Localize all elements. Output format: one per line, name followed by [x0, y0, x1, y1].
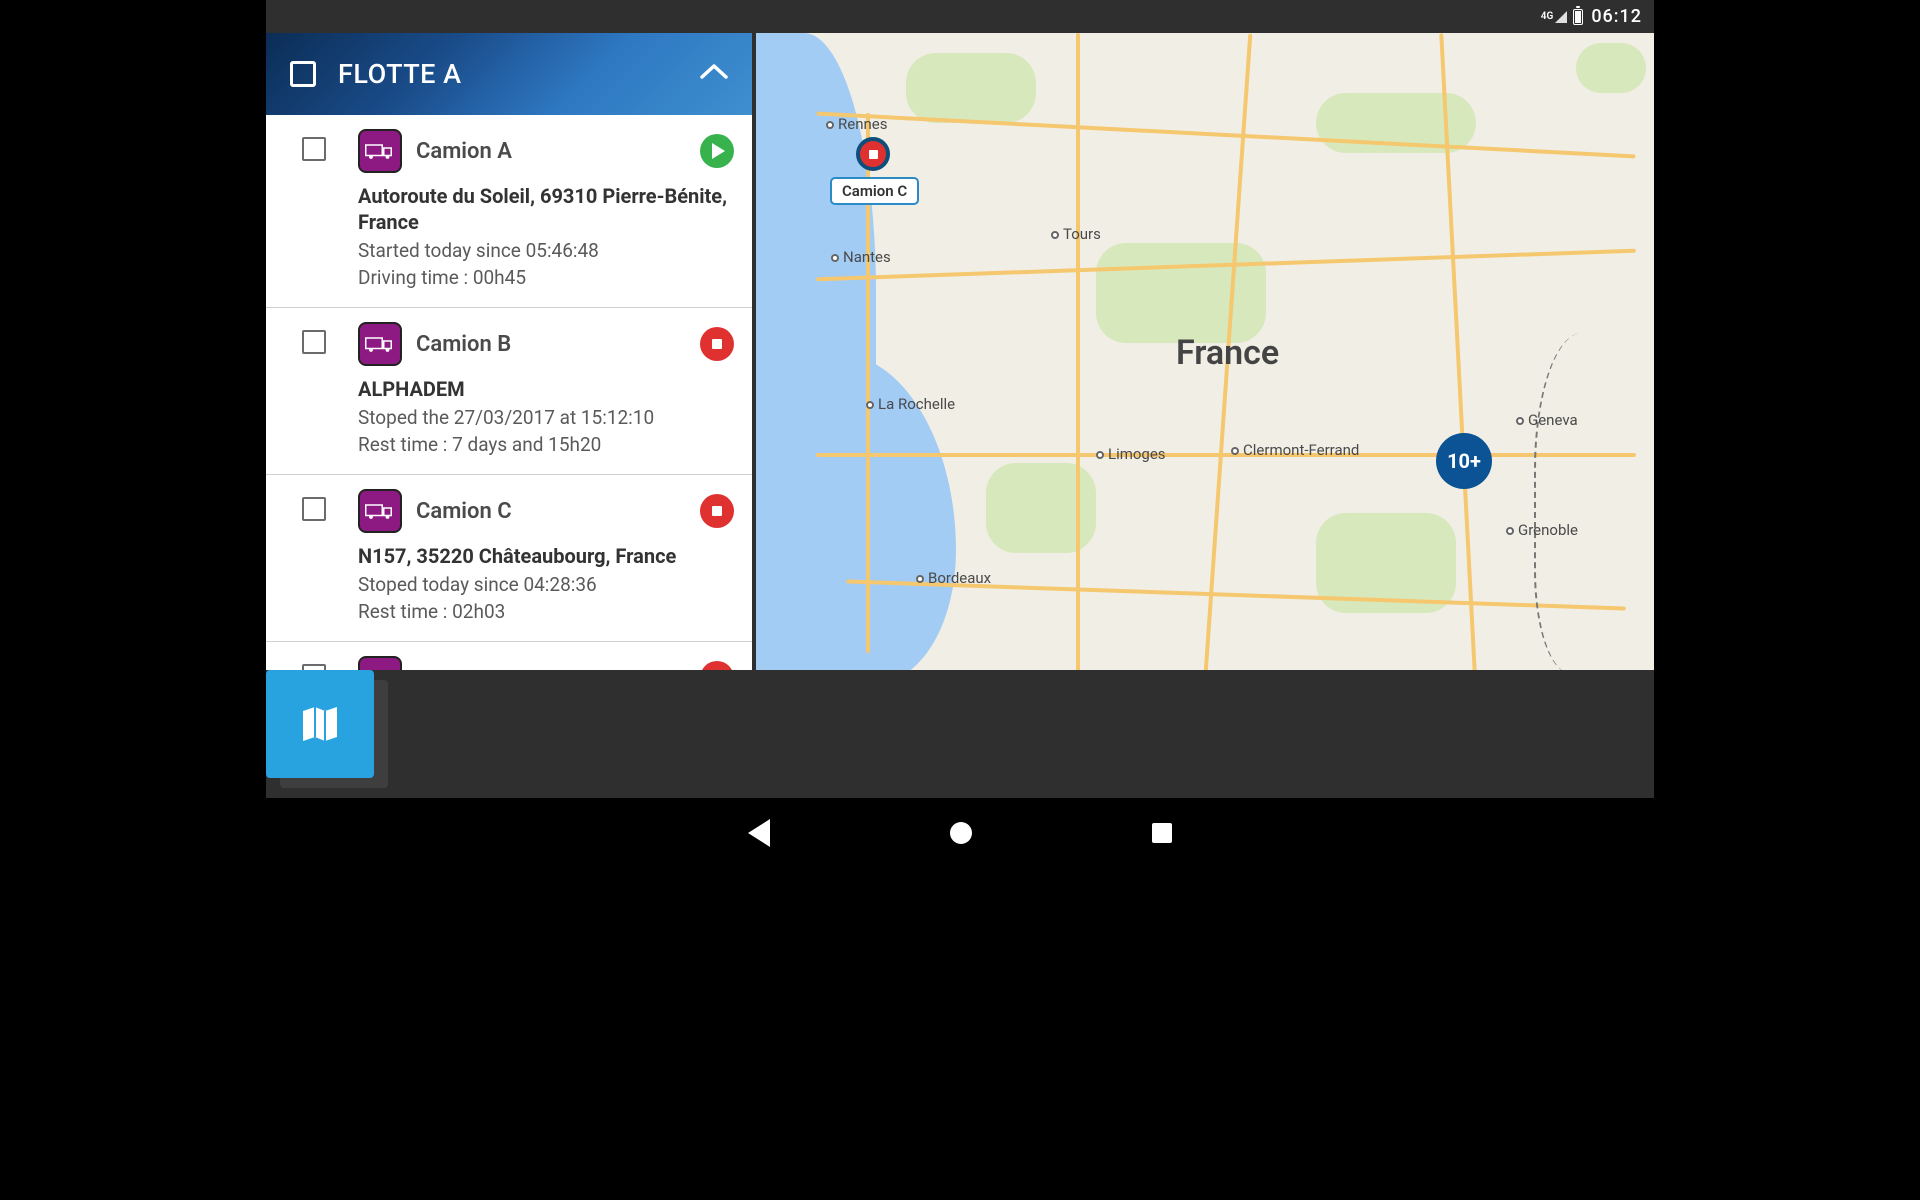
android-navbar — [266, 798, 1654, 868]
vehicle-name: Camion B — [416, 332, 686, 357]
map-city-label: Grenoble — [1506, 521, 1578, 539]
truck-icon — [358, 129, 402, 173]
map-city-label: Clermont-Ferrand — [1231, 441, 1359, 459]
map-tab-button[interactable] — [266, 670, 374, 778]
map-icon — [297, 701, 343, 747]
map-city-label: Nantes — [831, 248, 891, 266]
vehicle-checkbox[interactable] — [302, 497, 326, 521]
vehicle-time-line: Driving time : 00h45 — [358, 266, 734, 289]
nav-back-icon[interactable] — [748, 819, 770, 847]
map-city-label: Limoges — [1096, 445, 1166, 463]
truck-icon — [358, 322, 402, 366]
nav-home-icon[interactable] — [950, 822, 972, 844]
map-city-label: Rennes — [826, 115, 887, 133]
vehicle-list-item[interactable]: Camion B ALPHADEM Stoped the 27/03/2017 … — [266, 308, 752, 475]
map-view[interactable]: France Rennes Nantes Tours La Rochelle Limog… — [756, 33, 1654, 740]
vehicle-status-line: Stoped today since 04:28:36 — [358, 573, 734, 596]
map-marker-label[interactable]: Camion C — [830, 177, 919, 205]
clock: 06:12 — [1591, 6, 1642, 27]
vehicle-list[interactable]: Camion A Autoroute du Soleil, 69310 Pier… — [266, 115, 752, 740]
vehicle-checkbox[interactable] — [302, 330, 326, 354]
vehicle-checkbox[interactable] — [302, 137, 326, 161]
vehicle-time-line: Rest time : 02h03 — [358, 600, 734, 623]
play-icon — [700, 134, 734, 168]
stop-icon — [700, 327, 734, 361]
map-city-label: Geneva — [1516, 411, 1578, 429]
fleet-select-all-checkbox[interactable] — [290, 61, 316, 87]
nav-recent-icon[interactable] — [1152, 823, 1172, 843]
vehicle-name: Camion C — [416, 499, 686, 524]
signal-icon — [1555, 11, 1567, 23]
vehicle-list-item[interactable]: Camion A Autoroute du Soleil, 69310 Pier… — [266, 115, 752, 308]
vehicle-time-line: Rest time : 7 days and 15h20 — [358, 433, 734, 456]
vehicle-status-line: Started today since 05:46:48 — [358, 239, 734, 262]
fleet-sidebar: FLOTTE A Camion A Autorou — [266, 33, 752, 740]
country-label: France — [1176, 333, 1279, 373]
bottom-toolbar — [266, 670, 1654, 798]
vehicle-name: Camion A — [416, 139, 686, 164]
fleet-header[interactable]: FLOTTE A — [266, 33, 752, 115]
map-marker-stop-icon[interactable] — [856, 137, 890, 171]
status-bar: 4G 06:12 — [266, 0, 1654, 33]
fleet-title: FLOTTE A — [338, 58, 678, 90]
network-indicator: 4G — [1541, 11, 1554, 22]
map-city-label: La Rochelle — [866, 395, 955, 413]
truck-icon — [358, 489, 402, 533]
vehicle-status-line: Stoped the 27/03/2017 at 15:12:10 — [358, 406, 734, 429]
vehicle-location: ALPHADEM — [358, 376, 734, 402]
vehicle-location: N157, 35220 Châteaubourg, France — [358, 543, 734, 569]
chevron-up-icon[interactable] — [700, 63, 728, 85]
map-cluster-marker[interactable]: 10+ — [1436, 433, 1492, 489]
vehicle-location: Autoroute du Soleil, 69310 Pierre-Bénite… — [358, 183, 734, 235]
battery-icon — [1573, 9, 1583, 25]
map-city-label: Bordeaux — [916, 569, 991, 587]
stop-icon — [700, 494, 734, 528]
map-city-label: Tours — [1051, 225, 1101, 243]
vehicle-list-item[interactable]: Camion C N157, 35220 Châteaubourg, Franc… — [266, 475, 752, 642]
